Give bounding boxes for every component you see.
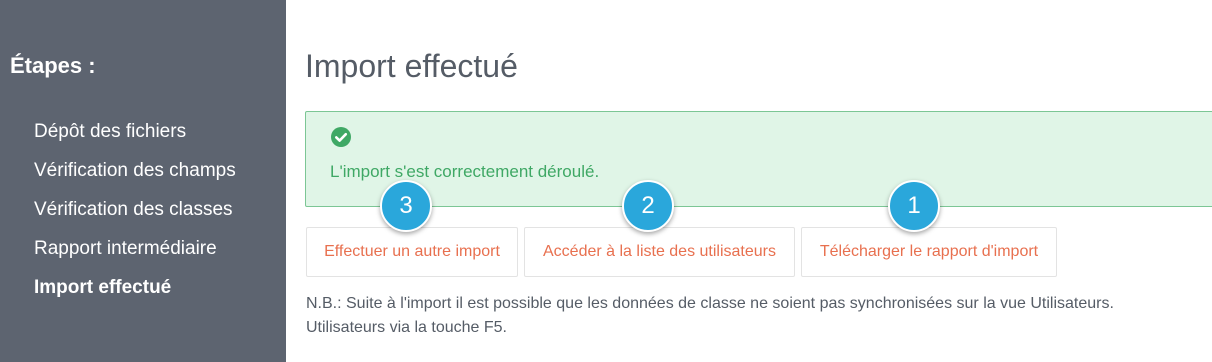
step-item-import-done[interactable]: Import effectué [34, 276, 236, 315]
step-item-intermediate-report[interactable]: Rapport intermédiaire [34, 237, 236, 276]
step-marker-2: 2 [622, 180, 674, 232]
step-marker-3: 3 [380, 180, 432, 232]
page-title: Import effectué [305, 48, 518, 84]
success-alert: L'import s'est correctement déroulé. [305, 111, 1212, 207]
sidebar-title: Étapes : [10, 53, 96, 78]
step-item-field-check[interactable]: Vérification des champs [34, 159, 236, 198]
user-list-button[interactable]: Accéder à la liste des utilisateurs [524, 227, 795, 277]
step-item-class-check[interactable]: Vérification des classes [34, 198, 236, 237]
sync-note-line-1: N.B.: Suite à l'import il est possible q… [306, 295, 1114, 312]
new-import-button[interactable]: Effectuer un autre import [306, 227, 518, 277]
step-item-file-upload[interactable]: Dépôt des fichiers [34, 120, 236, 159]
sync-note-line-2: Utilisateurs via la touche F5. [306, 319, 507, 336]
step-marker-1: 1 [888, 180, 940, 232]
steps-list: Dépôt des fichiers Vérification des cham… [34, 120, 236, 315]
download-report-button[interactable]: Télécharger le rapport d'import [801, 227, 1057, 277]
sync-note: N.B.: Suite à l'import il est possible q… [306, 292, 1114, 340]
sidebar: Étapes : Dépôt des fichiers Vérification… [0, 0, 286, 362]
success-message: L'import s'est correctement déroulé. [330, 162, 600, 181]
check-circle-icon [331, 127, 351, 147]
